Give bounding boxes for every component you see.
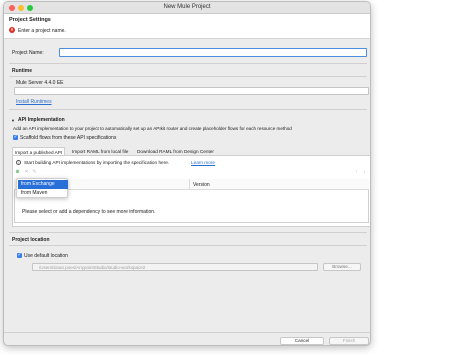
move-up-icon[interactable]: ↑ xyxy=(354,170,359,175)
window-title: New Mule Project xyxy=(163,4,211,10)
page-title: Project Settings xyxy=(9,17,51,23)
project-name-label: Project Name: xyxy=(12,50,44,56)
wizard-header: Project Settings × Enter a project name. xyxy=(4,14,370,39)
divider xyxy=(9,76,367,77)
error-icon: × xyxy=(9,27,15,33)
cancel-button[interactable]: Cancel xyxy=(280,337,324,345)
install-runtimes-link[interactable]: Install Runtimes xyxy=(16,99,52,105)
project-location-heading: Project location xyxy=(12,237,50,243)
scaffold-label: Scaffold flows from these API specificat… xyxy=(20,135,117,141)
api-description: Add an API implementation to your projec… xyxy=(13,126,292,131)
learn-more-link[interactable]: Learn more xyxy=(191,160,215,165)
remove-dependency-icon[interactable]: ✕ xyxy=(24,170,29,175)
footer-divider xyxy=(4,332,370,333)
move-down-icon[interactable]: ↓ xyxy=(362,170,367,175)
use-default-location-label: Use default location xyxy=(24,253,68,259)
column-divider xyxy=(189,179,190,190)
add-dependency-icon[interactable]: ⊕ xyxy=(15,170,20,175)
add-dependency-menu: from Exchange from Maven xyxy=(16,178,68,198)
error-message: Enter a project name. xyxy=(18,27,66,34)
browse-button[interactable]: Browse... xyxy=(323,263,361,271)
project-name-input[interactable] xyxy=(59,48,367,57)
location-path-input[interactable]: /Users/sinan.poes/AnypointStudio/studio-… xyxy=(32,263,318,271)
divider xyxy=(9,109,367,110)
divider xyxy=(9,232,367,233)
runtime-heading: Runtime xyxy=(12,68,32,74)
divider xyxy=(9,245,367,246)
divider xyxy=(9,63,367,64)
title-bar: New Mule Project xyxy=(4,2,370,14)
info-icon: i xyxy=(16,160,21,165)
menu-item-from-exchange[interactable]: from Exchange xyxy=(18,180,68,189)
import-info-text: Start building API implementations by im… xyxy=(24,160,170,165)
use-default-location-checkbox[interactable] xyxy=(17,252,22,258)
location-path-text: /Users/sinan.poes/AnypointStudio/studio-… xyxy=(39,264,146,270)
menu-item-from-maven[interactable]: from Maven xyxy=(18,189,68,198)
empty-table-message: Please select or add a dependency to see… xyxy=(22,209,156,215)
scaffold-checkbox[interactable] xyxy=(13,134,18,140)
edit-dependency-icon[interactable]: ✎ xyxy=(32,170,37,175)
runtime-selected: Mule Server 4.4.0 EE xyxy=(16,80,64,86)
collapse-chevron-icon[interactable]: ▼ xyxy=(11,118,15,123)
finish-button[interactable]: Finish xyxy=(329,337,369,345)
new-project-dialog: New Mule Project Project Settings × Ente… xyxy=(3,1,371,346)
api-implementation-heading: API Implementation xyxy=(18,117,65,123)
runtime-select[interactable] xyxy=(14,87,369,95)
version-column-header: Version xyxy=(193,182,210,188)
